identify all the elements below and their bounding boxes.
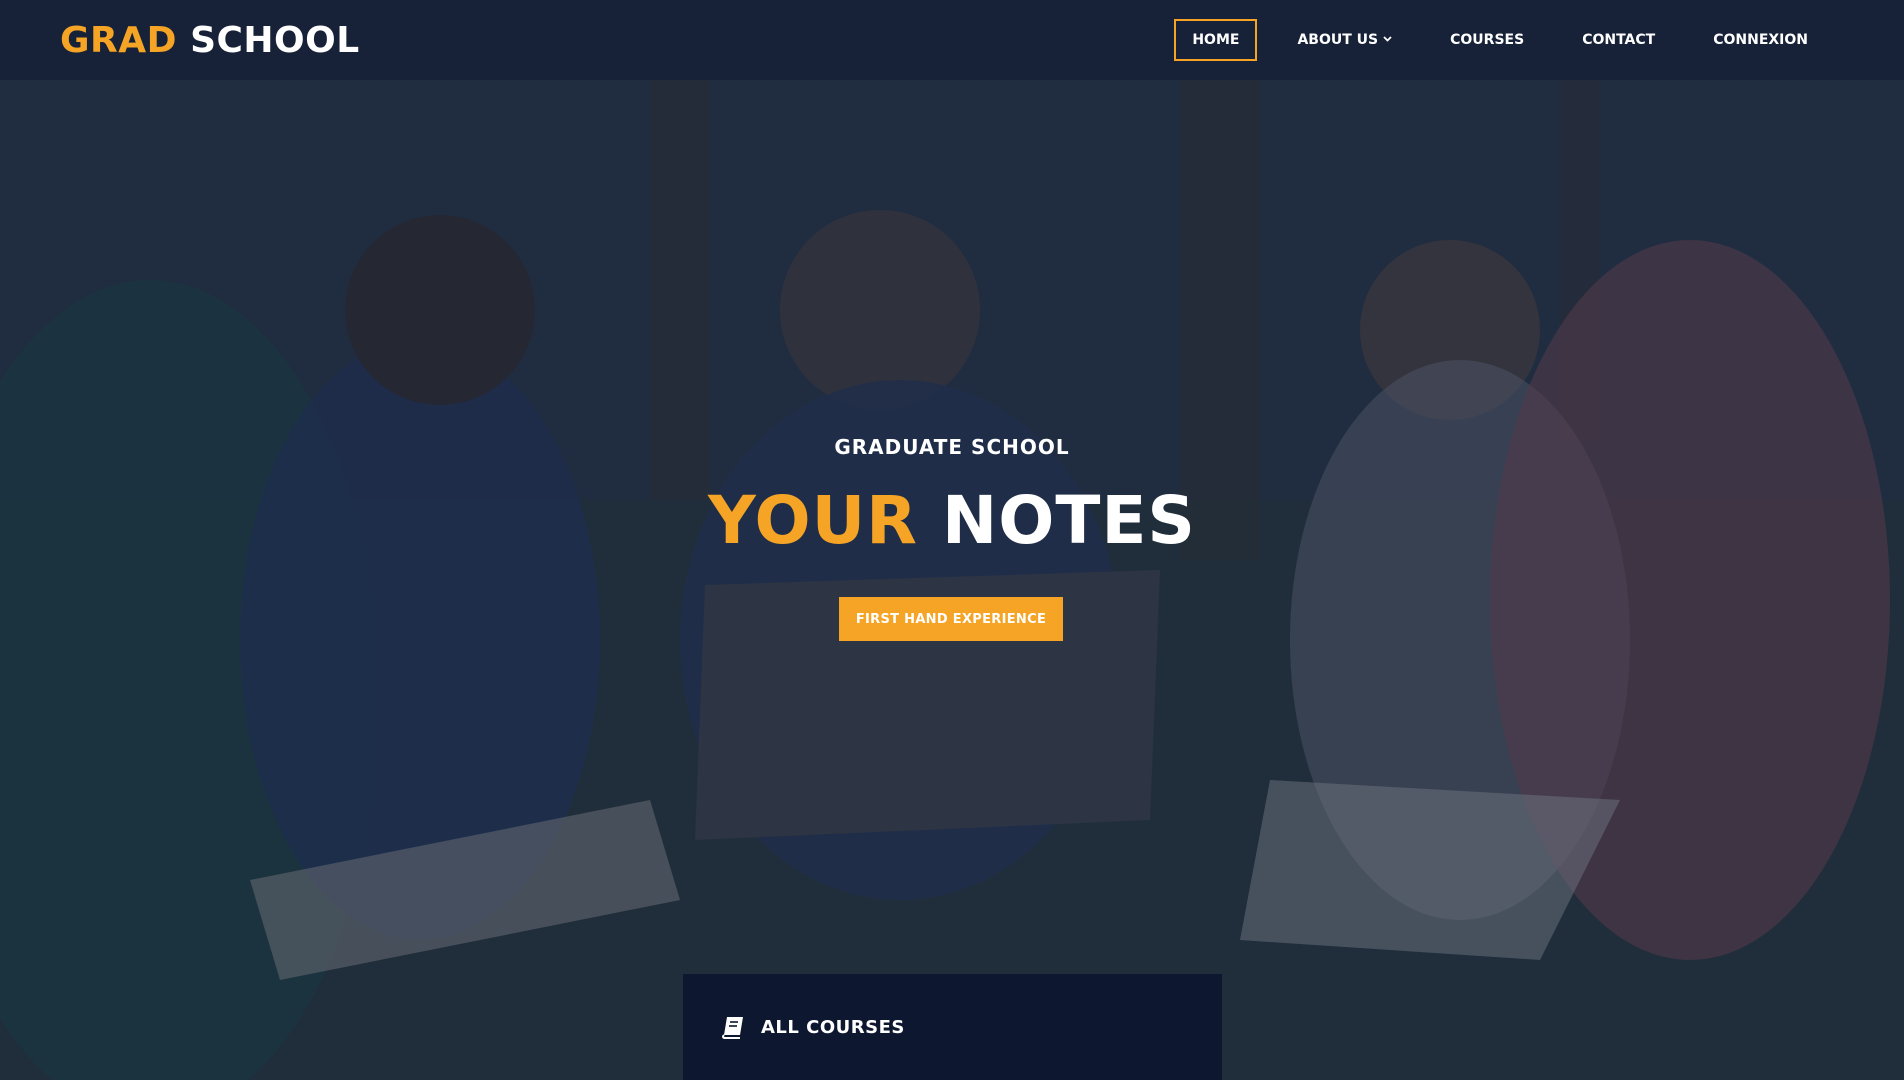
nav-contact[interactable]: CONTACT bbox=[1564, 19, 1673, 61]
site-header: GRAD SCHOOL HOME ABOUT US COURSES CONTAC… bbox=[0, 0, 1904, 80]
hero-subtitle: GRADUATE SCHOOL bbox=[834, 435, 1070, 459]
hero-title-main: NOTES bbox=[941, 482, 1196, 559]
nav-home[interactable]: HOME bbox=[1174, 19, 1258, 61]
hero-title: YOUR NOTES bbox=[0, 488, 1904, 554]
chevron-down-icon bbox=[1383, 35, 1392, 45]
nav-about-us-label: ABOUT US bbox=[1297, 32, 1379, 48]
main-nav: HOME ABOUT US COURSES CONTACT CONNEXION bbox=[1160, 19, 1826, 61]
all-courses-card[interactable]: ALL COURSES bbox=[683, 974, 1222, 1080]
first-hand-experience-button[interactable]: FIRST HAND EXPERIENCE bbox=[839, 597, 1063, 641]
site-logo[interactable]: GRAD SCHOOL bbox=[60, 20, 360, 61]
nav-connexion-label: CONNEXION bbox=[1713, 32, 1808, 48]
page: GRAD SCHOOL HOME ABOUT US COURSES CONTAC… bbox=[0, 0, 1904, 1080]
hero-title-accent: YOUR bbox=[708, 482, 918, 559]
hero-section: GRADUATE SCHOOL YOUR NOTES FIRST HAND EX… bbox=[0, 80, 1904, 1080]
nav-about-us[interactable]: ABOUT US bbox=[1279, 19, 1410, 61]
nav-courses-label: COURSES bbox=[1450, 32, 1525, 48]
hero-overlay bbox=[0, 80, 1904, 1080]
logo-accent-text: GRAD bbox=[60, 19, 178, 61]
nav-home-label: HOME bbox=[1192, 32, 1240, 48]
logo-main-text: SCHOOL bbox=[190, 19, 360, 61]
book-icon bbox=[721, 1015, 747, 1039]
nav-contact-label: CONTACT bbox=[1582, 32, 1656, 48]
all-courses-label: ALL COURSES bbox=[761, 1017, 905, 1038]
nav-connexion[interactable]: CONNEXION bbox=[1695, 19, 1826, 61]
nav-courses[interactable]: COURSES bbox=[1432, 19, 1542, 61]
